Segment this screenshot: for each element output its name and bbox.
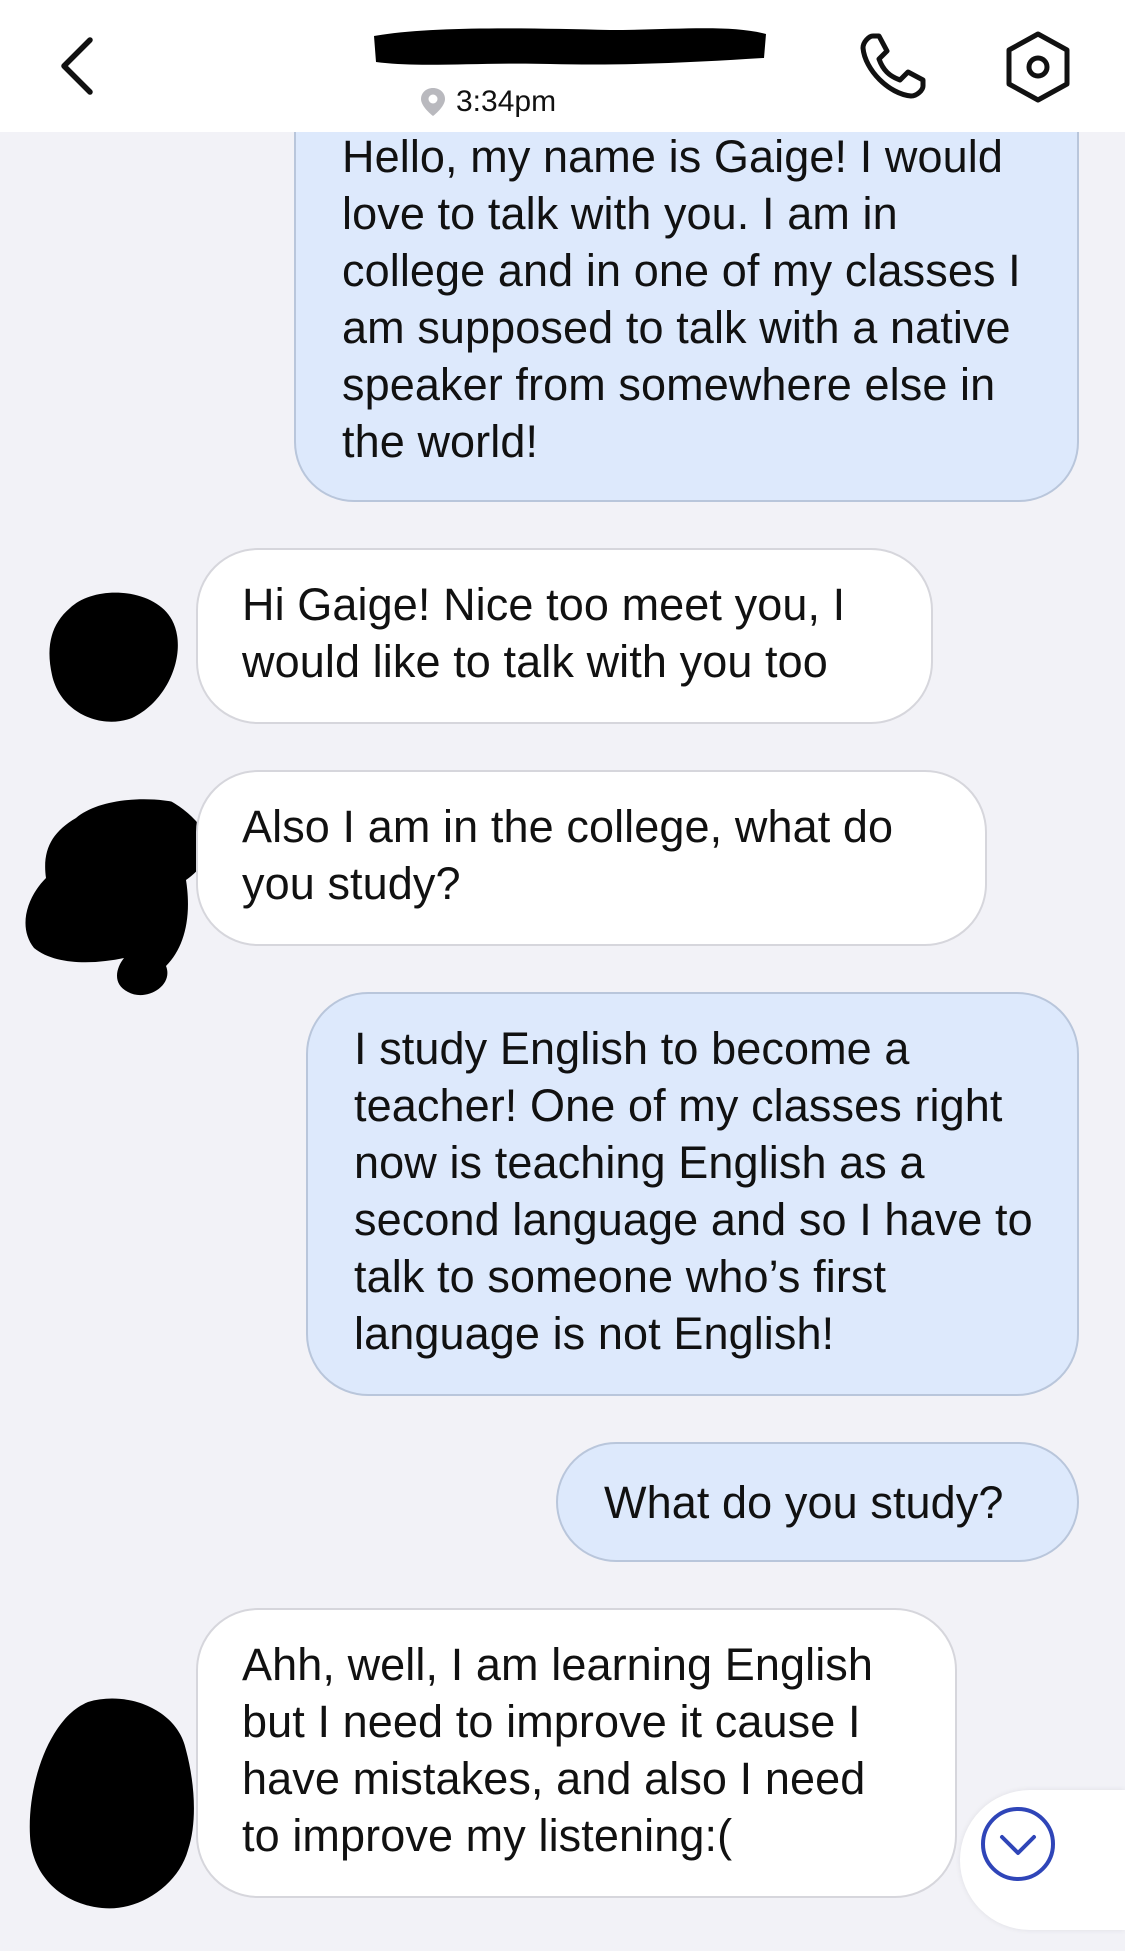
location-pin-icon bbox=[421, 88, 445, 116]
message-text: What do you study? bbox=[604, 1477, 1004, 1528]
sent-message-bubble[interactable]: Hello, my name is Gaige! I would love to… bbox=[294, 108, 1079, 502]
contact-avatar-redacted bbox=[49, 592, 178, 722]
message-text: I study English to become a teacher! One… bbox=[354, 1023, 1033, 1359]
chevron-down-circle-icon bbox=[981, 1807, 1055, 1881]
chevron-left-icon bbox=[61, 37, 93, 95]
contact-avatar-redacted bbox=[29, 1698, 194, 1909]
message-text: Ahh, well, I am learning English but I n… bbox=[242, 1639, 874, 1861]
sent-message-bubble[interactable]: I study English to become a teacher! One… bbox=[306, 992, 1079, 1396]
message-text: Hello, my name is Gaige! I would love to… bbox=[342, 131, 1021, 467]
received-message-bubble[interactable]: Ahh, well, I am learning English but I n… bbox=[196, 1608, 957, 1898]
scroll-to-bottom-button[interactable] bbox=[960, 1790, 1125, 1930]
phone-icon bbox=[860, 33, 926, 99]
contact-name-redacted bbox=[374, 28, 766, 65]
received-message-bubble[interactable]: Hi Gaige! Nice too meet you, I would lik… bbox=[196, 548, 933, 724]
settings-button[interactable] bbox=[1003, 30, 1073, 104]
sent-message-bubble[interactable]: What do you study? bbox=[556, 1442, 1079, 1562]
time-label: 3:34pm bbox=[456, 85, 557, 118]
conversation-thread[interactable]: Hello, my name is Gaige! I would love to… bbox=[0, 0, 1125, 1951]
settings-icon bbox=[1006, 31, 1070, 103]
back-button[interactable] bbox=[50, 30, 110, 100]
chat-header: 3:34pm bbox=[0, 0, 1125, 132]
received-message-bubble[interactable]: Also I am in the college, what do you st… bbox=[196, 770, 987, 946]
message-text: Hi Gaige! Nice too meet you, I would lik… bbox=[242, 579, 846, 687]
chat-timestamp: 3:34pm bbox=[420, 82, 556, 122]
message-text: Also I am in the college, what do you st… bbox=[242, 801, 894, 909]
contact-avatar-redacted bbox=[25, 799, 218, 996]
call-button[interactable] bbox=[855, 30, 929, 104]
